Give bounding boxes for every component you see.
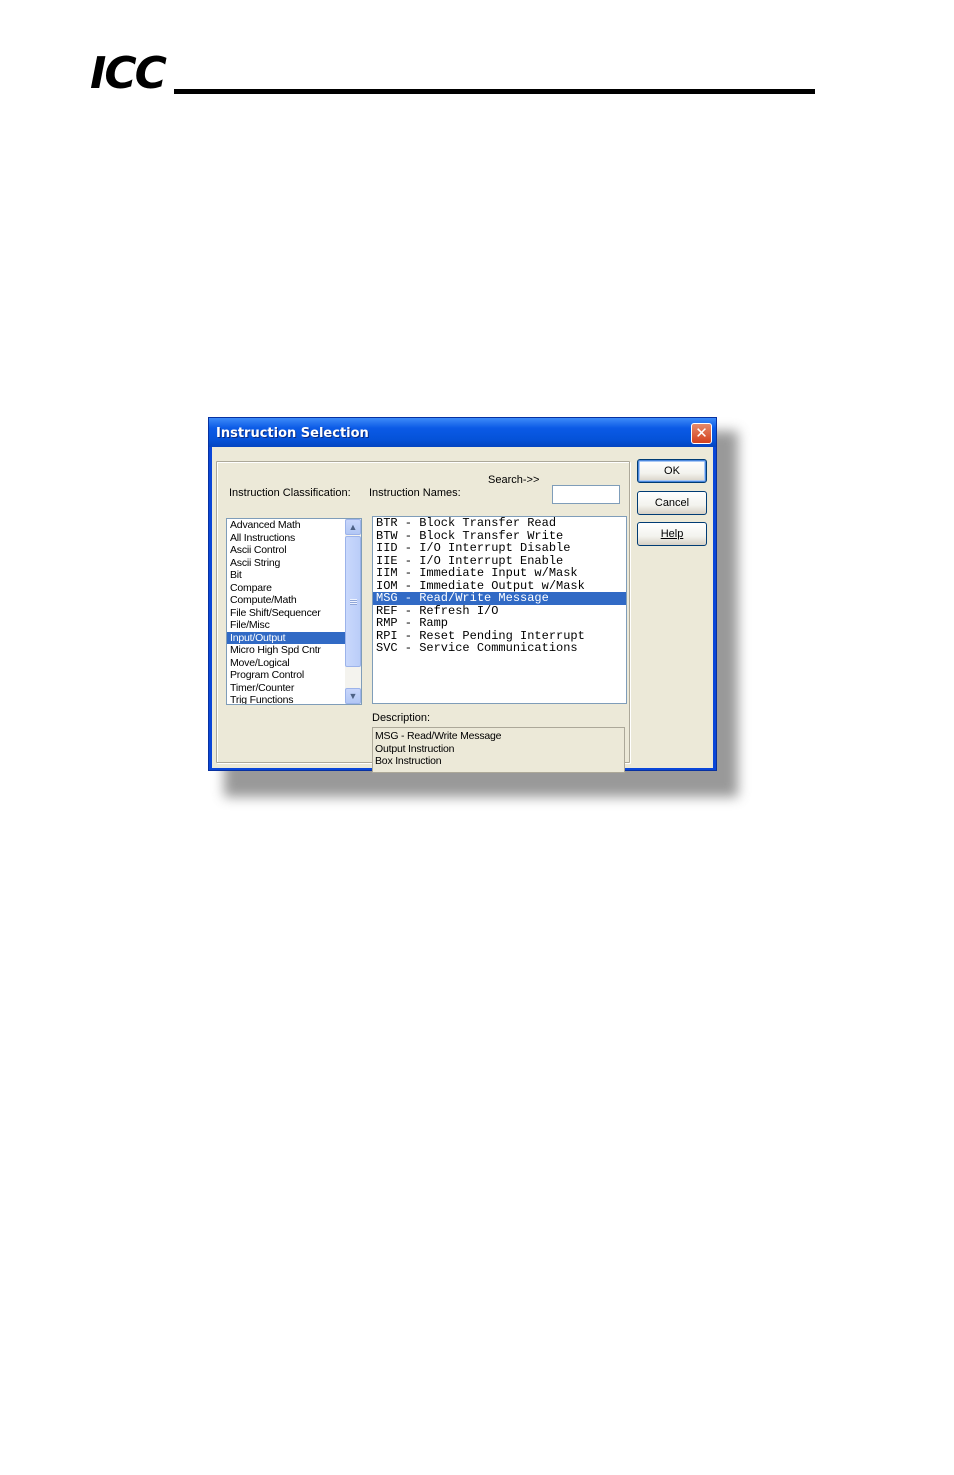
classification-item[interactable]: Ascii String <box>227 557 345 570</box>
scroll-grip-icon <box>350 599 357 605</box>
instruction-item[interactable]: BTR - Block Transfer Read <box>373 517 626 530</box>
dialog-title: Instruction Selection <box>216 426 369 441</box>
classification-item[interactable]: Compute/Math <box>227 594 345 607</box>
classification-item[interactable]: Advanced Math <box>227 519 345 532</box>
instruction-item[interactable]: IIM - Immediate Input w/Mask <box>373 567 626 580</box>
instruction-selection-dialog: Instruction Selection ✕ Instruction Clas… <box>208 417 717 773</box>
instruction-names-listbox[interactable]: BTR - Block Transfer Read BTW - Block Tra… <box>372 516 627 704</box>
classification-item[interactable]: Bit <box>227 569 345 582</box>
classification-scrollbar[interactable]: ▲ ▼ <box>345 519 361 704</box>
ok-button[interactable]: OK <box>637 459 707 483</box>
scroll-thumb[interactable] <box>345 536 361 667</box>
scroll-up-icon: ▲ <box>348 522 358 532</box>
dialog-client-area: Instruction Classification: Instruction … <box>212 447 713 773</box>
search-input[interactable] <box>552 485 620 504</box>
classification-item[interactable]: File/Misc <box>227 619 345 632</box>
names-label: Instruction Names: <box>369 487 461 499</box>
cancel-button[interactable]: Cancel <box>637 491 707 515</box>
header-rule <box>174 89 815 94</box>
title-bar[interactable]: Instruction Selection ✕ <box>209 418 716 447</box>
description-line: MSG - Read/Write Message <box>375 730 502 742</box>
classification-item[interactable]: Compare <box>227 582 345 595</box>
description-box: MSG - Read/Write Message Output Instructi… <box>372 727 625 773</box>
help-button[interactable]: Help <box>637 522 707 546</box>
classification-item[interactable]: Input/Output <box>227 631 345 644</box>
description-line: Box Instruction <box>375 755 442 767</box>
close-icon: ✕ <box>695 424 708 442</box>
classification-item[interactable]: Program Control <box>227 669 345 682</box>
close-button[interactable]: ✕ <box>691 423 712 444</box>
classification-item[interactable]: Ascii Control <box>227 544 345 557</box>
classification-item[interactable]: Trig Functions <box>227 694 345 704</box>
scroll-down-button[interactable]: ▼ <box>345 688 361 704</box>
description-line: Output Instruction <box>375 742 455 755</box>
classification-item[interactable]: All Instructions <box>227 532 345 545</box>
classification-item[interactable]: Timer/Counter <box>227 682 345 695</box>
classification-label: Instruction Classification: <box>229 487 351 499</box>
instruction-item[interactable]: RMP - Ramp <box>373 617 626 630</box>
instruction-item[interactable]: SVC - Service Communications <box>373 642 626 655</box>
classification-item[interactable]: Micro High Spd Cntr <box>227 644 345 657</box>
instruction-item[interactable]: IID - I/O Interrupt Disable <box>373 542 626 555</box>
search-label: Search->> <box>488 474 540 486</box>
icc-logo: ICC <box>90 48 167 99</box>
classification-item[interactable]: File Shift/Sequencer <box>227 607 345 620</box>
scroll-up-button[interactable]: ▲ <box>345 519 361 535</box>
selection-group: Instruction Classification: Instruction … <box>216 461 630 773</box>
classification-listbox[interactable]: Advanced Math All Instructions Ascii Contr… <box>226 518 362 705</box>
classification-item[interactable]: Move/Logical <box>227 657 345 670</box>
instruction-item[interactable]: MSG - Read/Write Message <box>373 592 626 605</box>
classification-items: Advanced Math All Instructions Ascii Contr… <box>227 519 345 704</box>
scroll-down-icon: ▼ <box>348 691 358 701</box>
description-label: Description: <box>372 712 431 724</box>
